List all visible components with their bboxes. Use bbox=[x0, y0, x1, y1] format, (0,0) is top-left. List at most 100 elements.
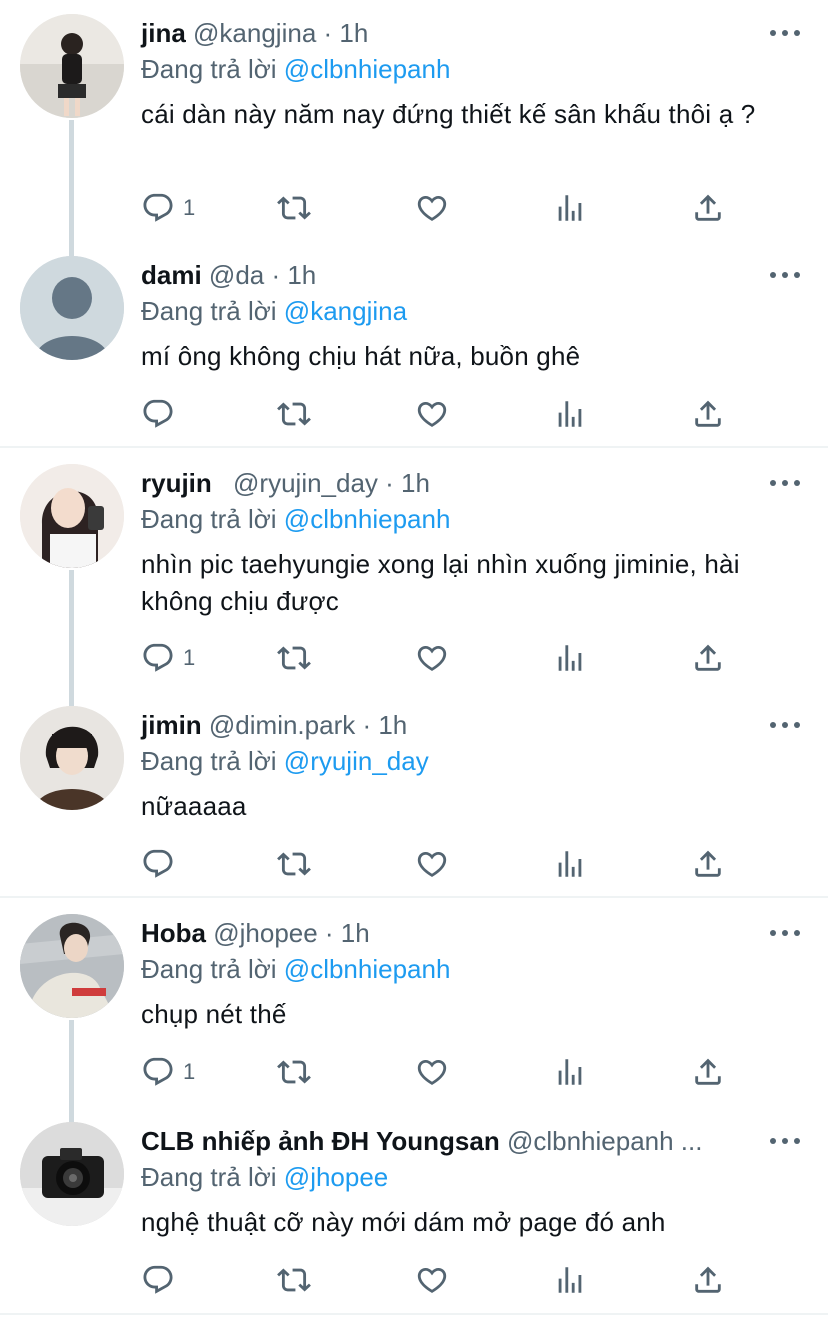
handle: @dimin.park · 1h bbox=[208, 710, 408, 740]
more-icon[interactable] bbox=[770, 480, 800, 488]
tweet-header: CLB nhiếp ảnh ĐH Youngsan @clbnhiepanh .… bbox=[141, 1124, 808, 1158]
tweet-header: jina @kangjina · 1h bbox=[141, 16, 808, 50]
tweet-ryujin[interactable]: ryujin @ryujin_day · 1h Đang trả lời @cl… bbox=[0, 450, 828, 672]
more-icon[interactable] bbox=[770, 1138, 800, 1146]
like-button[interactable] bbox=[415, 846, 449, 882]
share-button[interactable] bbox=[691, 396, 725, 432]
share-button[interactable] bbox=[691, 1054, 725, 1090]
reply-count: 1 bbox=[183, 645, 196, 670]
reply-icon bbox=[143, 193, 173, 222]
views-button[interactable] bbox=[553, 846, 587, 882]
reply-icon bbox=[143, 1057, 173, 1086]
reply-button[interactable] bbox=[141, 846, 183, 882]
reply-button[interactable]: 1 bbox=[141, 1054, 195, 1090]
reply-icon bbox=[143, 399, 173, 428]
reply-button[interactable] bbox=[141, 1262, 183, 1298]
tweet-jimin[interactable]: jimin @dimin.park · 1h Đang trả lời @ryu… bbox=[0, 692, 828, 900]
replying-label: Đang trả lời bbox=[141, 746, 277, 776]
handle: @jhopee · 1h bbox=[213, 918, 370, 948]
display-name[interactable]: dami bbox=[141, 260, 202, 290]
replying-to: Đang trả lời @ryujin_day bbox=[141, 744, 429, 778]
tweet-clbnhiepanh[interactable]: CLB nhiếp ảnh ĐH Youngsan @clbnhiepanh .… bbox=[0, 1108, 828, 1316]
mention-link[interactable]: @clbnhiepanh bbox=[284, 954, 451, 984]
replying-label: Đang trả lời bbox=[141, 504, 277, 534]
share-icon bbox=[695, 850, 721, 877]
retweet-icon bbox=[277, 646, 311, 670]
more-icon[interactable] bbox=[770, 30, 800, 38]
tweet-text: nhìn pic taehyungie xong lại nhìn xuống … bbox=[141, 549, 740, 616]
display-name[interactable]: jimin bbox=[141, 710, 202, 740]
views-icon bbox=[558, 1267, 582, 1293]
thread-separator bbox=[0, 1313, 828, 1315]
like-icon bbox=[417, 645, 447, 671]
action-bar: 1 bbox=[141, 640, 741, 676]
tweet-text: nghệ thuật cỡ này mới dám mở page đó anh bbox=[141, 1207, 666, 1237]
reply-button[interactable] bbox=[141, 396, 183, 432]
like-button[interactable] bbox=[415, 396, 449, 432]
action-bar bbox=[141, 396, 741, 432]
tweet-dami[interactable]: dami @da · 1h Đang trả lời @kangjina mí … bbox=[0, 242, 828, 450]
share-button[interactable] bbox=[691, 190, 725, 226]
more-icon[interactable] bbox=[770, 930, 800, 938]
views-button[interactable] bbox=[553, 190, 587, 226]
retweet-button[interactable] bbox=[277, 396, 311, 432]
retweet-button[interactable] bbox=[277, 846, 311, 882]
avatar[interactable] bbox=[20, 706, 124, 810]
views-button[interactable] bbox=[553, 1262, 587, 1298]
mention-link[interactable]: @ryujin_day bbox=[284, 746, 429, 776]
like-button[interactable] bbox=[415, 1262, 449, 1298]
like-button[interactable] bbox=[415, 190, 449, 226]
display-name[interactable]: CLB nhiếp ảnh ĐH Youngsan bbox=[141, 1126, 500, 1156]
replying-to: Đang trả lời @jhopee bbox=[141, 1160, 388, 1194]
avatar[interactable] bbox=[20, 464, 124, 568]
replying-to: Đang trả lời @clbnhiepanh bbox=[141, 52, 450, 86]
display-name[interactable]: Hoba bbox=[141, 918, 206, 948]
like-button[interactable] bbox=[415, 640, 449, 676]
retweet-icon bbox=[277, 852, 311, 876]
avatar[interactable] bbox=[20, 1122, 124, 1226]
avatar[interactable] bbox=[20, 914, 124, 1018]
retweet-icon bbox=[277, 402, 311, 426]
display-name[interactable]: ryujin bbox=[141, 468, 212, 498]
share-button[interactable] bbox=[691, 1262, 725, 1298]
views-button[interactable] bbox=[553, 396, 587, 432]
retweet-button[interactable] bbox=[277, 1262, 311, 1298]
tweet-text: mí ông không chịu hát nữa, buồn ghê bbox=[141, 341, 581, 371]
like-icon bbox=[417, 1059, 447, 1085]
like-icon bbox=[417, 851, 447, 877]
retweet-icon bbox=[277, 1060, 311, 1084]
mention-link[interactable]: @clbnhiepanh bbox=[284, 504, 451, 534]
reply-button[interactable]: 1 bbox=[141, 190, 195, 226]
views-button[interactable] bbox=[553, 1054, 587, 1090]
retweet-button[interactable] bbox=[277, 1054, 311, 1090]
action-bar bbox=[141, 1262, 741, 1298]
reply-button[interactable]: 1 bbox=[141, 640, 195, 676]
views-icon bbox=[558, 401, 582, 427]
tweet-header: dami @da · 1h bbox=[141, 258, 808, 292]
views-icon bbox=[558, 195, 582, 221]
mention-link[interactable]: @jhopee bbox=[284, 1162, 388, 1192]
more-icon[interactable] bbox=[770, 272, 800, 280]
reply-icon bbox=[143, 643, 173, 672]
share-icon bbox=[695, 1266, 721, 1293]
replying-label: Đang trả lời bbox=[141, 954, 277, 984]
tweet-hoba[interactable]: Hoba @jhopee · 1h Đang trả lời @clbnhiep… bbox=[0, 900, 828, 1108]
replying-label: Đang trả lời bbox=[141, 296, 277, 326]
mention-link[interactable]: @clbnhiepanh bbox=[284, 54, 451, 84]
avatar[interactable] bbox=[20, 14, 124, 118]
replying-to: Đang trả lời @clbnhiepanh bbox=[141, 952, 450, 986]
retweet-icon bbox=[277, 196, 311, 220]
like-button[interactable] bbox=[415, 1054, 449, 1090]
more-icon[interactable] bbox=[770, 722, 800, 730]
reply-count: 1 bbox=[183, 195, 196, 220]
retweet-button[interactable] bbox=[277, 640, 311, 676]
share-button[interactable] bbox=[691, 640, 725, 676]
avatar[interactable] bbox=[20, 256, 124, 360]
display-name[interactable]: jina bbox=[141, 18, 186, 48]
tweet-jina[interactable]: jina @kangjina · 1h Đang trả lời @clbnhi… bbox=[0, 0, 828, 222]
mention-link[interactable]: @kangjina bbox=[284, 296, 407, 326]
retweet-button[interactable] bbox=[277, 190, 311, 226]
views-button[interactable] bbox=[553, 640, 587, 676]
reply-icon bbox=[143, 849, 173, 878]
share-button[interactable] bbox=[691, 846, 725, 882]
